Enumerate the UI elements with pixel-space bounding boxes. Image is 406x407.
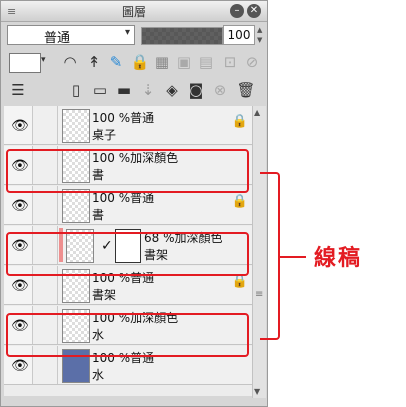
eye-icon[interactable]: 👁 — [11, 278, 29, 294]
opacity-slider[interactable] — [141, 27, 223, 45]
ruler-icon[interactable]: ◠ — [59, 51, 81, 73]
highlight-box-3 — [6, 313, 249, 357]
layer-props-icon[interactable]: ☰ — [7, 79, 29, 101]
layer-mode-label: 100 %普通 — [92, 111, 155, 125]
pen-icon[interactable]: ↟ — [83, 51, 105, 73]
opacity-input[interactable]: 100 — [223, 25, 255, 45]
delete-layer-icon[interactable]: ◈ — [161, 79, 183, 101]
minimize-icon[interactable]: – — [230, 4, 244, 18]
layer-row[interactable]: 👁 100 %普通 桌子 🔒 — [4, 106, 252, 145]
lock-icon: 🔒 — [231, 194, 248, 209]
highlight-box-1 — [6, 149, 249, 193]
lock-icon[interactable]: 🔒 — [129, 51, 151, 73]
highlight-box-2 — [6, 232, 249, 276]
brush-icon[interactable]: ✎ — [105, 51, 127, 73]
mask-add-icon[interactable]: ◙ — [185, 79, 207, 101]
lock-icon: 🔒 — [231, 114, 248, 129]
callout-bracket — [260, 172, 280, 340]
callout-connector — [280, 256, 306, 258]
new-folder-icon[interactable]: ▬ — [113, 79, 135, 101]
blend-mode-select[interactable]: 普通 ▾ — [7, 25, 135, 46]
mask-icon[interactable]: ⊘ — [241, 51, 263, 73]
chevron-down-icon: ▾ — [124, 27, 130, 38]
opacity-fill — [142, 28, 222, 44]
scroll-down-icon[interactable]: ▼ — [254, 387, 260, 396]
layer-toolbar-1: ▾ ◠ ↟ ✎ 🔒 ▦ ▣ ▤ ⊡ ⊘ — [5, 51, 265, 77]
trash-icon[interactable]: 🗑 — [235, 79, 257, 101]
eye-icon[interactable]: 👁 — [11, 198, 29, 214]
merge-down-icon[interactable]: ⇣ — [137, 79, 159, 101]
blend-mode-value: 普通 — [44, 31, 71, 46]
reference-icon[interactable]: ▣ — [173, 51, 195, 73]
lock-alpha-icon[interactable]: ▦ — [151, 51, 173, 73]
eye-icon[interactable]: 👁 — [11, 118, 29, 134]
layer-name-label: 書架 — [92, 288, 117, 302]
clip-icon[interactable]: ⊡ — [219, 51, 241, 73]
opacity-spinner-icon[interactable]: ▲ ▼ — [257, 25, 267, 45]
close-icon[interactable]: ✕ — [247, 4, 261, 18]
new-vector-icon[interactable]: ▭ — [89, 79, 111, 101]
layer-thumbnail — [62, 189, 90, 223]
layer-name-label: 水 — [92, 368, 105, 382]
callout-label: 線稿 — [314, 246, 363, 271]
draft-icon[interactable]: ▤ — [195, 51, 217, 73]
layer-thumbnail — [62, 109, 90, 143]
layer-name-label: 書 — [92, 208, 105, 222]
chevron-down-icon[interactable]: ▾ — [41, 55, 46, 65]
new-raster-icon[interactable]: ▯ — [65, 79, 87, 101]
layer-color-icon[interactable] — [9, 53, 41, 73]
blend-opacity-row: 普通 ▾ 100 ▲ ▼ — [5, 25, 265, 47]
layer-name-label: 桌子 — [92, 128, 117, 142]
apply-mask-icon[interactable]: ⊗ — [209, 79, 231, 101]
title-bar: ≡ 圖層 – ✕ — [1, 1, 267, 22]
layer-toolbar-2: ☰ ▯ ▭ ▬ ⇣ ◈ ◙ ⊗ 🗑 — [5, 79, 265, 105]
scroll-up-icon[interactable]: ▲ — [254, 108, 260, 117]
lock-icon: 🔒 — [231, 274, 248, 289]
eye-icon[interactable]: 👁 — [11, 358, 29, 374]
panel-title: 圖層 — [121, 5, 146, 19]
